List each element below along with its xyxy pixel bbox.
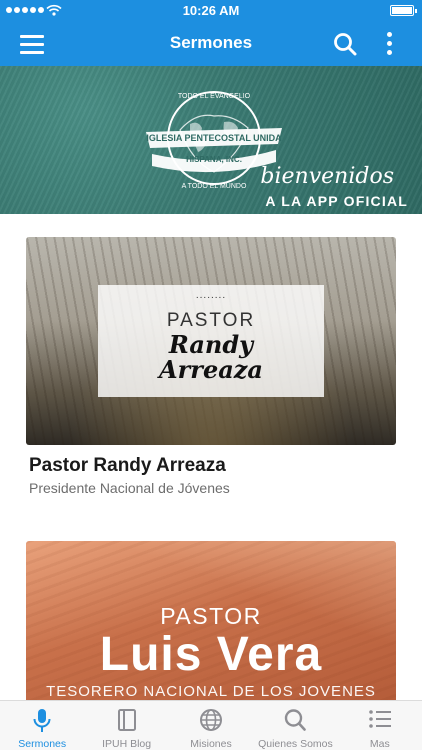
- seal-text-bottom: A TODO EL MUNDO: [182, 183, 247, 190]
- card-overlay-box: ........ PASTOR Randy Arreaza: [98, 285, 324, 397]
- tab-misiones[interactable]: Misiones: [169, 701, 253, 750]
- overlay-title: PASTOR: [160, 603, 262, 629]
- page-title: Sermones: [169, 33, 253, 52]
- banner-welcome-text: bienvenidos: [260, 164, 394, 189]
- list-icon: [369, 710, 391, 728]
- overlay-name-line2: Arreaza: [159, 355, 263, 384]
- tab-label: Sermones: [18, 738, 67, 750]
- sermon-card-title[interactable]: Pastor Randy Arreaza: [29, 455, 226, 477]
- welcome-banner: TODO EL EVANGELIO IGLESIA PENTECOSTAL UN…: [0, 66, 422, 214]
- bottom-tab-bar: Sermones IPUH Blog Misiones Quienes Somo…: [0, 700, 422, 750]
- status-bar: 10:26 AM: [0, 0, 422, 22]
- microphone-icon: [33, 709, 51, 732]
- overlay-name: Luis Vera: [99, 628, 323, 681]
- seal-text-inc: HISPANA, INC.: [186, 155, 242, 164]
- more-vertical-icon[interactable]: [380, 30, 400, 58]
- overlay-name-line1: Randy: [168, 330, 254, 359]
- battery-icon: [390, 5, 417, 16]
- sermon-card-image[interactable]: ........ PASTOR Randy Arreaza: [26, 237, 396, 445]
- overlay-role: TESORERO NACIONAL DE LOS JOVENES: [46, 683, 376, 700]
- seal-text-name: IGLESIA PENTECOSTAL UNIDA: [146, 133, 282, 143]
- banner-subtitle: A LA APP OFICIAL: [265, 193, 408, 209]
- sermon-card-subtitle: Presidente Nacional de Jóvenes: [29, 480, 230, 496]
- search-icon[interactable]: [333, 31, 357, 57]
- tab-mas[interactable]: Mas: [338, 701, 422, 750]
- app-bar: Sermones: [0, 22, 422, 66]
- seal-text-top: TODO EL EVANGELIO: [178, 93, 251, 100]
- tab-sermones[interactable]: Sermones: [0, 701, 84, 750]
- globe-icon: [200, 709, 223, 731]
- tab-label: Misiones: [190, 738, 232, 750]
- hamburger-menu-icon[interactable]: [20, 33, 44, 55]
- search-icon: [285, 709, 307, 731]
- overlay-dots: ........: [195, 290, 227, 301]
- tab-quienes-somos[interactable]: Quienes Somos: [253, 701, 337, 750]
- tab-label: IPUH Blog: [102, 738, 152, 750]
- status-time: 10:26 AM: [182, 3, 240, 18]
- tab-ipuh-blog[interactable]: IPUH Blog: [84, 701, 168, 750]
- tab-label: Mas: [369, 738, 390, 750]
- sermon-card-image[interactable]: PASTOR Luis Vera TESORERO NACIONAL DE LO…: [26, 541, 396, 706]
- overlay-title: PASTOR: [166, 310, 256, 331]
- tab-label: Quienes Somos: [258, 738, 333, 750]
- book-icon: [117, 709, 136, 731]
